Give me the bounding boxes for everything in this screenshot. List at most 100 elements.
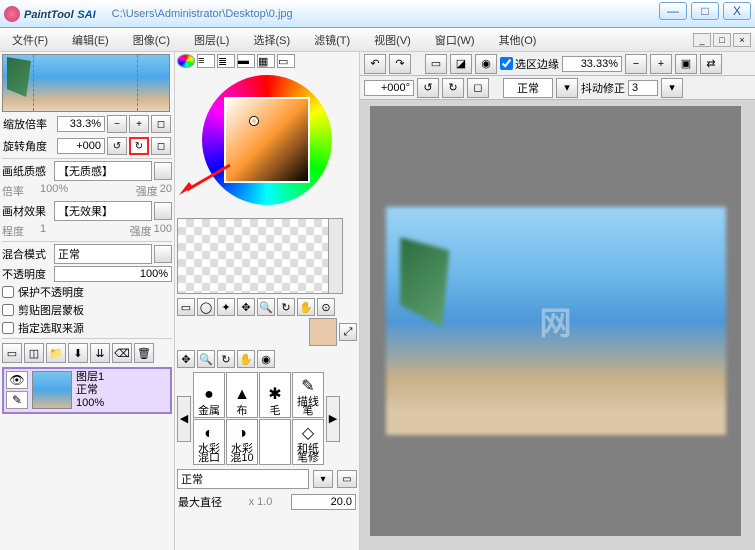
- scratchpad-area[interactable]: [177, 218, 343, 294]
- menu-edit[interactable]: 编辑(E): [68, 30, 113, 50]
- brush-prev-button[interactable]: ◀: [177, 396, 191, 442]
- material-effect-edit-button[interactable]: [154, 202, 172, 220]
- brush-cloth[interactable]: ▲布: [226, 372, 258, 418]
- swap-colors-button[interactable]: ⤢: [339, 323, 357, 341]
- lasso-tool[interactable]: ◯: [197, 298, 215, 316]
- deselect-button[interactable]: ▭: [425, 54, 447, 74]
- rgb-slider-tab[interactable]: ≡: [197, 54, 215, 68]
- menu-window[interactable]: 窗口(W): [431, 30, 479, 50]
- selection-edge-checkbox[interactable]: [500, 57, 513, 70]
- hand-tool[interactable]: ✋: [297, 298, 315, 316]
- menu-image[interactable]: 图像(C): [129, 30, 174, 50]
- close-button[interactable]: X: [723, 2, 751, 20]
- rotate-cw-button[interactable]: ↻: [129, 137, 149, 155]
- canvas-rotate-reset-button[interactable]: ◻: [467, 78, 489, 98]
- size-value[interactable]: 20.0: [291, 494, 356, 510]
- brush-paper[interactable]: ◇和纸笔修: [292, 419, 324, 465]
- transform-tool[interactable]: ✥: [177, 350, 195, 368]
- layer-edit-button[interactable]: ✎: [6, 391, 28, 409]
- brush-watercolor-a[interactable]: ◐水彩混口: [193, 419, 225, 465]
- rotate-view-tool[interactable]: ↻: [217, 350, 235, 368]
- maximize-button[interactable]: □: [691, 2, 719, 20]
- doc-minimize-button[interactable]: _: [693, 33, 711, 47]
- search-tool[interactable]: 🔍: [197, 350, 215, 368]
- pan-tool[interactable]: ✋: [237, 350, 255, 368]
- color-wheel[interactable]: [177, 70, 357, 210]
- menu-filter[interactable]: 滤镜(T): [310, 30, 354, 50]
- menu-view[interactable]: 视图(V): [370, 30, 415, 50]
- blend-mode-dropdown[interactable]: [154, 245, 172, 263]
- selection-source-checkbox[interactable]: [2, 322, 14, 334]
- scrollbar[interactable]: [328, 219, 342, 293]
- new-folder-button[interactable]: 📁: [46, 343, 66, 363]
- move-tool[interactable]: ✥: [237, 298, 255, 316]
- paper-texture-edit-button[interactable]: [154, 162, 172, 180]
- navigator-thumbnail[interactable]: [2, 54, 170, 112]
- swatch-tab[interactable]: ▦: [257, 54, 275, 68]
- blend-mode-value[interactable]: 正常: [54, 244, 152, 264]
- eyedropper-tool[interactable]: ◉: [257, 350, 275, 368]
- minimize-button[interactable]: —: [659, 2, 687, 20]
- brush-mode-select[interactable]: 正常: [177, 469, 309, 489]
- rotate-reset-button[interactable]: ◻: [151, 137, 171, 155]
- canvas-mode-dropdown[interactable]: ▾: [556, 78, 578, 98]
- protect-opacity-checkbox[interactable]: [2, 286, 14, 298]
- canvas-rotate-ccw-button[interactable]: ↺: [417, 78, 439, 98]
- brush-mode-dropdown[interactable]: ▾: [313, 470, 333, 488]
- transfer-down-button[interactable]: ⬇: [68, 343, 88, 363]
- doc-restore-button[interactable]: □: [713, 33, 731, 47]
- rotate-ccw-button[interactable]: ↺: [107, 137, 127, 155]
- doc-close-button[interactable]: ×: [733, 33, 751, 47]
- canvas-viewport[interactable]: 网: [370, 106, 741, 536]
- color-wheel-tab[interactable]: [177, 54, 195, 68]
- material-effect-value[interactable]: 【无效果】: [54, 201, 152, 221]
- new-layer-button[interactable]: ▭: [2, 343, 22, 363]
- clear-layer-button[interactable]: ⌫: [112, 343, 132, 363]
- canvas-rotate-cw-button[interactable]: ↻: [442, 78, 464, 98]
- brush-linework[interactable]: ✎描线笔: [292, 372, 324, 418]
- canvas-angle-input[interactable]: [364, 80, 414, 96]
- brush-next-button[interactable]: ▶: [326, 396, 340, 442]
- zoom-value[interactable]: 33.3%: [57, 116, 105, 132]
- canvas-zoom-fit-button[interactable]: ▣: [675, 54, 697, 74]
- scratchpad-tab[interactable]: ▭: [277, 54, 295, 68]
- menu-other[interactable]: 其他(O): [495, 30, 541, 50]
- stabilizer-input[interactable]: [628, 80, 658, 96]
- gray-slider-tab[interactable]: ▬: [237, 54, 255, 68]
- layer-item[interactable]: 👁 ✎ 图层1 正常 100%: [2, 367, 172, 414]
- canvas-zoom-input[interactable]: [562, 56, 622, 72]
- canvas-flip-button[interactable]: ⇄: [700, 54, 722, 74]
- stabilizer-dropdown[interactable]: ▾: [661, 78, 683, 98]
- rect-select-tool[interactable]: ▭: [177, 298, 195, 316]
- zoom-reset-button[interactable]: ◻: [151, 115, 171, 133]
- brush-watercolor-b[interactable]: ◑水彩混10: [226, 419, 258, 465]
- show-sel-button[interactable]: ◉: [475, 54, 497, 74]
- canvas-zoom-out-button[interactable]: −: [625, 54, 647, 74]
- undo-button[interactable]: ↶: [364, 54, 386, 74]
- zoom-tool[interactable]: 🔍: [257, 298, 275, 316]
- paper-texture-value[interactable]: 【无质感】: [54, 161, 152, 181]
- rotation-value[interactable]: +000: [57, 138, 105, 154]
- menu-layer[interactable]: 图层(L): [190, 30, 233, 50]
- magic-wand-tool[interactable]: ✦: [217, 298, 235, 316]
- brush-metal[interactable]: ●金属: [193, 372, 225, 418]
- brush-empty[interactable]: [259, 419, 291, 465]
- clipping-mask-checkbox[interactable]: [2, 304, 14, 316]
- invert-button[interactable]: ◪: [450, 54, 472, 74]
- canvas-mode-select[interactable]: 正常: [503, 78, 553, 98]
- opacity-value[interactable]: 100%: [54, 266, 172, 282]
- brush-fur[interactable]: ✱毛: [259, 372, 291, 418]
- canvas-zoom-in-button[interactable]: +: [650, 54, 672, 74]
- color-picker-tool[interactable]: ⊙: [317, 298, 335, 316]
- new-linework-button[interactable]: ◫: [24, 343, 44, 363]
- zoom-out-button[interactable]: −: [107, 115, 127, 133]
- menu-file[interactable]: 文件(F): [8, 30, 52, 50]
- delete-layer-button[interactable]: 🗑: [134, 343, 154, 363]
- menu-select[interactable]: 选择(S): [249, 30, 294, 50]
- brush-option-button[interactable]: ▭: [337, 470, 357, 488]
- redo-button[interactable]: ↷: [389, 54, 411, 74]
- hsv-slider-tab[interactable]: ≣: [217, 54, 235, 68]
- rotate-tool[interactable]: ↻: [277, 298, 295, 316]
- zoom-in-button[interactable]: +: [129, 115, 149, 133]
- foreground-color-swatch[interactable]: [309, 318, 337, 346]
